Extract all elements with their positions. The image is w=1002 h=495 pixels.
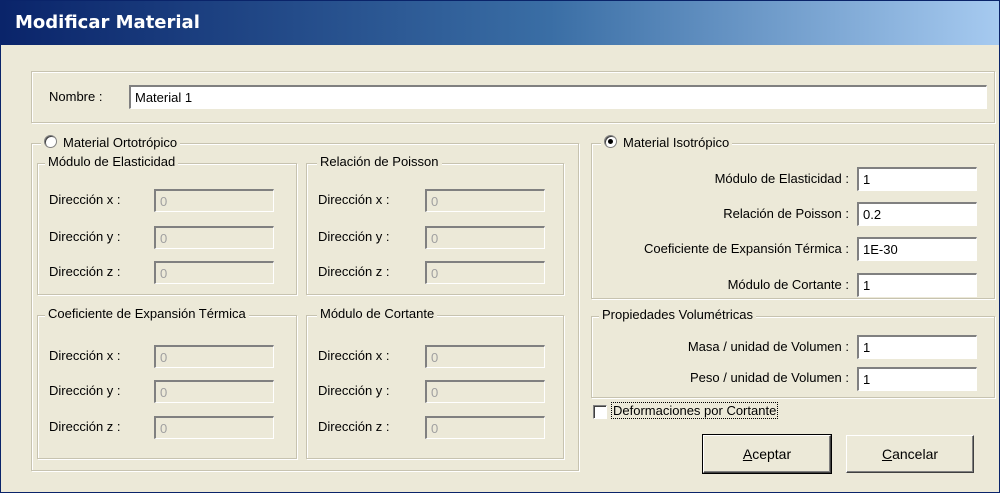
weight-label: Peso / unidad de Volumen : [689,370,849,385]
cancel-button[interactable]: Cancelar [846,435,974,473]
iso-poisson-input[interactable]: 0.2 [857,202,977,226]
ortho-shear-y-input[interactable]: 0 [425,380,545,403]
ortho-modulus-y-label: Dirección y : [49,229,121,244]
iso-thermal-input[interactable]: 1E-30 [857,237,977,261]
ortho-modulus-title: Módulo de Elasticidad [45,154,179,169]
ortho-modulus-y-input[interactable]: 0 [154,226,274,249]
ortho-shear-z-label: Dirección z : [318,419,390,434]
ortho-radio-label: Material Ortotrópico [63,135,178,150]
ortho-modulus-z-input[interactable]: 0 [154,261,274,284]
iso-modulus-input[interactable]: 1 [857,167,977,191]
accept-button[interactable]: Aceptar [702,434,832,474]
ortho-shear-title: Módulo de Cortante [317,306,438,321]
ortho-poisson-title: Relación de Poisson [317,154,442,169]
accept-label: ceptar [752,446,792,462]
name-input[interactable]: Material 1 [129,85,987,109]
weight-input[interactable]: 1 [857,367,977,391]
ortho-thermal-title: Coeficiente de Expansión Térmica [45,306,249,321]
cancel-mnemonic: C [881,446,893,462]
iso-shear-input[interactable]: 1 [857,273,977,297]
ortho-modulus-x-input[interactable]: 0 [154,189,274,212]
ortho-thermal-y-label: Dirección y : [49,383,121,398]
ortho-thermal-x-label: Dirección x : [49,348,121,363]
iso-thermal-label: Coeficiente de Expansión Térmica : [644,241,849,256]
ortho-thermal-z-input[interactable]: 0 [154,416,274,439]
iso-radio-dot [608,139,613,144]
cancel-label: ancelar [892,446,939,462]
ortho-thermal-y-input[interactable]: 0 [154,380,274,403]
volumetric-title: Propiedades Volumétricas [599,307,757,322]
shear-deformation-label[interactable]: Deformaciones por Cortante [610,402,779,419]
ortho-shear-z-input[interactable]: 0 [425,416,545,439]
iso-modulus-label: Módulo de Elasticidad : [714,171,849,186]
ortho-poisson-x-input[interactable]: 0 [425,189,545,212]
ortho-modulus-z-label: Dirección z : [49,264,121,279]
ortho-thermal-z-label: Dirección z : [49,419,121,434]
iso-radio[interactable] [604,135,617,148]
iso-poisson-label: Relación de Poisson : [723,206,849,221]
ortho-radio[interactable] [44,135,57,148]
mass-label: Masa / unidad de Volumen : [687,339,849,354]
iso-radio-label: Material Isotrópico [623,135,730,150]
title-bar[interactable]: Modificar Material [1,1,999,45]
shear-deformation-checkbox[interactable] [593,405,607,419]
ortho-thermal-x-input[interactable]: 0 [154,345,274,368]
ortho-poisson-y-label: Dirección y : [318,229,390,244]
ortho-poisson-x-label: Dirección x : [318,192,390,207]
ortho-shear-x-label: Dirección x : [318,348,390,363]
iso-legend[interactable]: Material Isotrópico [601,134,733,150]
ortho-modulus-x-label: Dirección x : [49,192,121,207]
ortho-poisson-z-label: Dirección z : [318,264,390,279]
iso-shear-label: Módulo de Cortante : [727,277,849,292]
ortho-shear-x-input[interactable]: 0 [425,345,545,368]
window-title: Modificar Material [15,12,200,33]
accept-mnemonic: A [742,446,753,462]
mass-input[interactable]: 1 [857,335,977,359]
ortho-poisson-y-input[interactable]: 0 [425,226,545,249]
modificar-material-dialog: Modificar Material Nombre : Material 1 M… [0,0,1000,493]
ortho-shear-y-label: Dirección y : [318,383,390,398]
ortho-legend[interactable]: Material Ortotrópico [41,134,181,150]
ortho-poisson-z-input[interactable]: 0 [425,261,545,284]
name-label: Nombre : [49,89,103,104]
